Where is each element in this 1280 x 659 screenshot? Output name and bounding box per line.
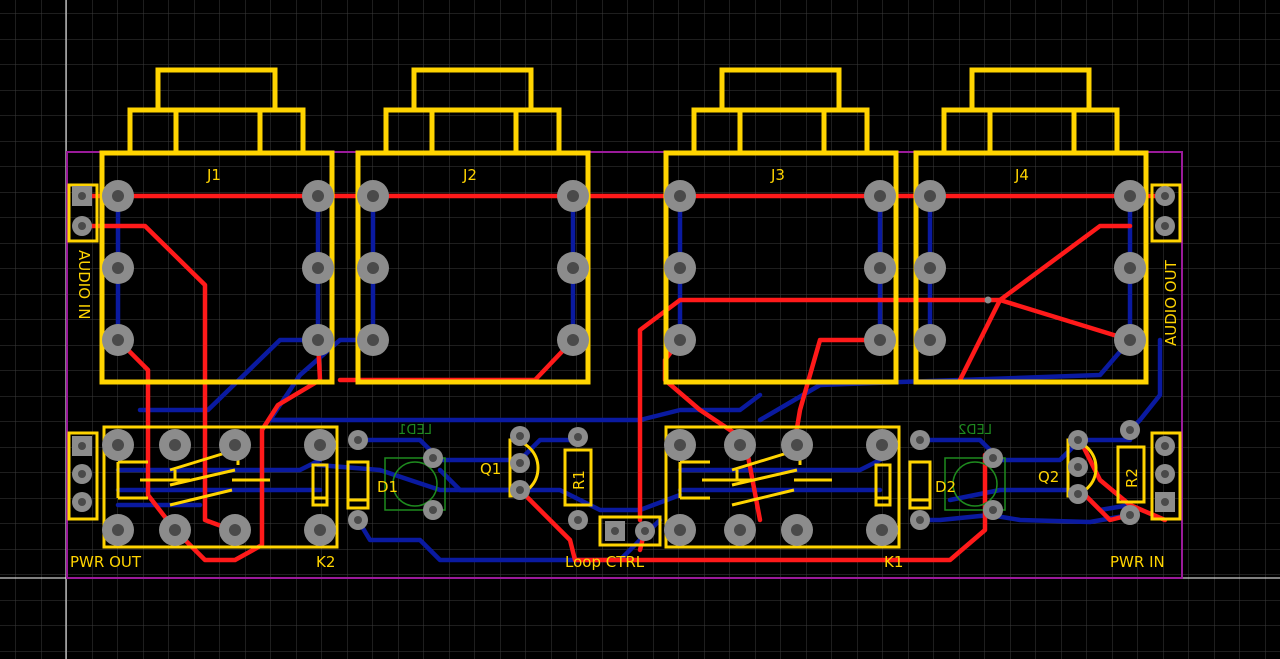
through-hole-pad-drill (367, 262, 379, 274)
through-hole-pad-drill (169, 524, 181, 536)
label-q1: Q1 (480, 460, 501, 478)
label-led1: LED1 (398, 423, 432, 438)
through-hole-pad-drill (924, 190, 936, 202)
small-pad-drill (989, 454, 997, 462)
through-hole-pad-drill (567, 190, 579, 202)
label-led2: LED2 (958, 423, 992, 438)
through-hole-pad-drill (674, 439, 686, 451)
through-hole-pad-drill (876, 439, 888, 451)
small-pad-drill (1161, 442, 1169, 450)
small-pad-drill (1161, 192, 1169, 200)
small-pad-drill (641, 527, 649, 535)
through-hole-pad-drill (924, 334, 936, 346)
small-pad-drill (989, 506, 997, 514)
label-audio-out: AUDIO OUT (1162, 259, 1180, 346)
through-hole-pad-drill (112, 262, 124, 274)
label-q2: Q2 (1038, 468, 1059, 486)
label-r2: R2 (1123, 468, 1141, 488)
through-hole-pad-drill (874, 262, 886, 274)
through-hole-pad-drill (1124, 262, 1136, 274)
small-pad-drill (1074, 490, 1082, 498)
small-pad-drill (429, 506, 437, 514)
via (984, 296, 992, 304)
through-hole-pad-drill (112, 190, 124, 202)
through-hole-pad-drill (791, 439, 803, 451)
through-hole-pad-drill (674, 262, 686, 274)
small-pad-drill (516, 459, 524, 467)
through-hole-pad-drill (112, 524, 124, 536)
small-pad-drill (1126, 426, 1134, 434)
label-k1: K1 (884, 553, 903, 571)
through-hole-pad-drill (367, 190, 379, 202)
small-pad-drill (78, 498, 86, 506)
through-hole-pad-drill (312, 262, 324, 274)
label-k2: K2 (316, 553, 335, 571)
through-hole-pad-drill (791, 524, 803, 536)
through-hole-pad-drill (314, 524, 326, 536)
label-audio-in: AUDIO IN (75, 250, 93, 319)
small-pad-drill (516, 432, 524, 440)
small-pad-drill (78, 470, 86, 478)
through-hole-pad-drill (1124, 334, 1136, 346)
label-r1: R1 (570, 470, 588, 490)
small-pad-drill (354, 436, 362, 444)
small-pad-drill (354, 516, 362, 524)
label-j4: J4 (1014, 166, 1029, 184)
through-hole-pad-drill (674, 524, 686, 536)
small-pad-drill (1126, 511, 1134, 519)
small-pad-drill (574, 516, 582, 524)
through-hole-pad-drill (674, 334, 686, 346)
through-hole-pad-drill (1124, 190, 1136, 202)
small-pad-drill (429, 454, 437, 462)
small-pad-drill (78, 192, 86, 200)
through-hole-pad-drill (567, 334, 579, 346)
through-hole-pad-drill (314, 439, 326, 451)
small-pad-drill (78, 442, 86, 450)
through-hole-pad-drill (874, 190, 886, 202)
label-j1: J1 (206, 166, 221, 184)
small-pad-drill (1161, 470, 1169, 478)
through-hole-pad-drill (367, 334, 379, 346)
through-hole-pad-drill (924, 262, 936, 274)
small-pad-drill (916, 516, 924, 524)
small-pad-drill (611, 527, 619, 535)
small-pad-drill (1161, 498, 1169, 506)
through-hole-pad-drill (876, 524, 888, 536)
label-d1: D1 (377, 478, 398, 496)
through-hole-pad-drill (874, 334, 886, 346)
small-pad-drill (1074, 436, 1082, 444)
small-pad-drill (78, 222, 86, 230)
label-pwr-out: PWR OUT (70, 553, 142, 571)
label-j3: J3 (770, 166, 785, 184)
through-hole-pad-drill (734, 439, 746, 451)
through-hole-pad-drill (734, 524, 746, 536)
label-j2: J2 (462, 166, 477, 184)
through-hole-pad-drill (312, 190, 324, 202)
through-hole-pad-drill (112, 439, 124, 451)
through-hole-pad-drill (312, 334, 324, 346)
through-hole-pad-drill (567, 262, 579, 274)
label-d2: D2 (935, 478, 956, 496)
label-loop-ctrl: Loop CTRL (565, 553, 645, 571)
through-hole-pad-drill (674, 190, 686, 202)
small-pad-drill (916, 436, 924, 444)
small-pad-drill (1161, 222, 1169, 230)
pcb-layout-canvas: J1 J2 J3 J4 AUDIO IN AUDIO OUT PWR OUT P… (0, 0, 1280, 659)
through-hole-pad-drill (112, 334, 124, 346)
through-hole-pad-drill (229, 524, 241, 536)
small-pad-drill (574, 433, 582, 441)
small-pad-drill (516, 486, 524, 494)
through-hole-pad-drill (229, 439, 241, 451)
small-pad-drill (1074, 463, 1082, 471)
label-pwr-in: PWR IN (1110, 553, 1165, 571)
through-hole-pad-drill (169, 439, 181, 451)
